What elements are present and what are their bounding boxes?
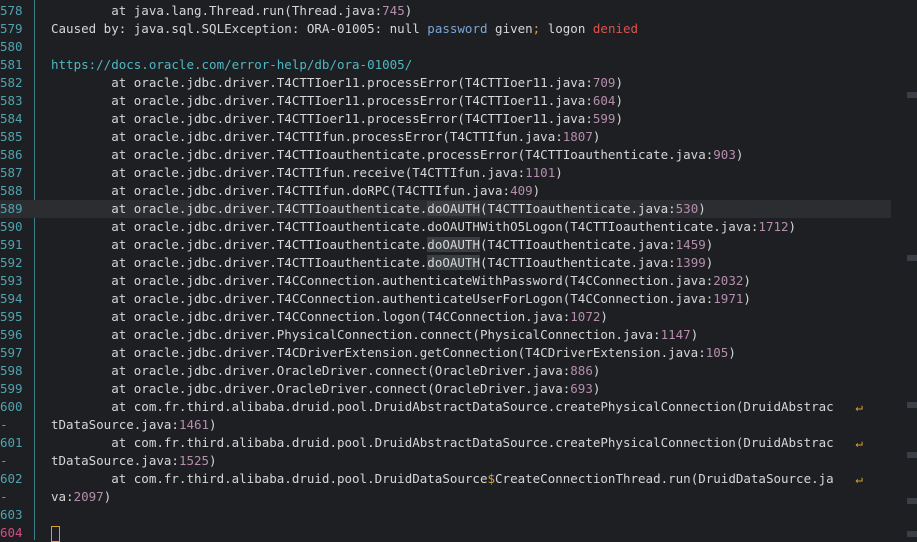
- scrollbar-marker[interactable]: [907, 531, 917, 537]
- line-number: 600: [0, 399, 23, 414]
- line-text: at oracle.jdbc.driver.T4CConnection.logo…: [51, 309, 608, 324]
- line-text: https://docs.oracle.com/error-help/db/or…: [51, 57, 413, 72]
- scrollbar-marker[interactable]: [907, 402, 917, 408]
- line-text: at com.fr.third.alibaba.druid.pool.Druid…: [51, 399, 834, 414]
- code-line[interactable]: 593 at oracle.jdbc.driver.T4CConnection.…: [0, 272, 891, 290]
- line-number: 598: [0, 363, 23, 378]
- line-text: at oracle.jdbc.driver.T4CTTIoauthenticat…: [51, 147, 744, 162]
- line-number: 581: [0, 57, 23, 72]
- code-line[interactable]: 600 at com.fr.third.alibaba.druid.pool.D…: [0, 398, 891, 416]
- wrap-indicator-icon: ↵: [855, 435, 863, 450]
- line-text: at oracle.jdbc.driver.OracleDriver.conne…: [51, 363, 601, 378]
- line-text: at oracle.jdbc.driver.T4CTTIfun.receive(…: [51, 165, 563, 180]
- code-line[interactable]: 598 at oracle.jdbc.driver.OracleDriver.c…: [0, 362, 891, 380]
- code-line[interactable]: 588 at oracle.jdbc.driver.T4CTTIfun.doRP…: [0, 182, 891, 200]
- scrollbar-marker[interactable]: [907, 498, 917, 504]
- line-number: 578: [0, 3, 23, 18]
- line-number: 591: [0, 237, 23, 252]
- code-line[interactable]: 589 at oracle.jdbc.driver.T4CTTIoauthent…: [0, 200, 891, 218]
- code-line[interactable]: - tDataSource.java:1525): [0, 452, 891, 470]
- code-line[interactable]: 580: [0, 38, 891, 56]
- line-text: at oracle.jdbc.driver.T4CConnection.auth…: [51, 291, 751, 306]
- code-line[interactable]: 604: [0, 524, 891, 542]
- code-line[interactable]: 584 at oracle.jdbc.driver.T4CTTIoer11.pr…: [0, 110, 891, 128]
- line-text: at oracle.jdbc.driver.T4CTTIoer11.proces…: [51, 75, 623, 90]
- line-number: 582: [0, 75, 23, 90]
- line-number: 595: [0, 309, 23, 324]
- code-line[interactable]: 596 at oracle.jdbc.driver.PhysicalConnec…: [0, 326, 891, 344]
- line-number: 604: [0, 525, 23, 540]
- line-number: 592: [0, 255, 23, 270]
- code-line[interactable]: 602 at com.fr.third.alibaba.druid.pool.D…: [0, 470, 891, 488]
- scrollbar-marker[interactable]: [907, 92, 917, 98]
- code-line[interactable]: 583 at oracle.jdbc.driver.T4CTTIoer11.pr…: [0, 92, 891, 110]
- line-number: 586: [0, 147, 23, 162]
- wrap-indicator-icon: ↵: [855, 399, 863, 414]
- line-text: at oracle.jdbc.driver.T4CTTIoauthenticat…: [51, 255, 714, 270]
- line-text: at oracle.jdbc.driver.T4CTTIoauthenticat…: [51, 219, 797, 234]
- line-number: 594: [0, 291, 23, 306]
- line-number: 601: [0, 435, 23, 450]
- code-line[interactable]: 599 at oracle.jdbc.driver.OracleDriver.c…: [0, 380, 891, 398]
- line-number: 583: [0, 93, 23, 108]
- line-number: 590: [0, 219, 23, 234]
- line-number: 603: [0, 507, 23, 522]
- line-number: -: [0, 489, 8, 504]
- line-text: at oracle.jdbc.driver.T4CTTIoauthenticat…: [51, 237, 714, 252]
- line-text: at oracle.jdbc.driver.T4CConnection.auth…: [51, 273, 751, 288]
- code-line[interactable]: 594 at oracle.jdbc.driver.T4CConnection.…: [0, 290, 891, 308]
- code-line[interactable]: 579 Caused by: java.sql.SQLException: ORA…: [0, 20, 891, 38]
- line-text: at oracle.jdbc.driver.OracleDriver.conne…: [51, 381, 601, 396]
- line-number: 584: [0, 111, 23, 126]
- line-number: 587: [0, 165, 23, 180]
- line-number: 596: [0, 327, 23, 342]
- code-line[interactable]: 581 https://docs.oracle.com/error-help/db…: [0, 56, 891, 74]
- line-text: at oracle.jdbc.driver.T4CTTIfun.doRPC(T4…: [51, 183, 541, 198]
- line-text: at com.fr.third.alibaba.druid.pool.Druid…: [51, 435, 834, 450]
- code-line[interactable]: 590 at oracle.jdbc.driver.T4CTTIoauthent…: [0, 218, 891, 236]
- line-number: -: [0, 453, 8, 468]
- line-number: 597: [0, 345, 23, 360]
- scrollbar-marker[interactable]: [907, 452, 917, 458]
- code-line[interactable]: 601 at com.fr.third.alibaba.druid.pool.D…: [0, 434, 891, 452]
- line-number: 588: [0, 183, 23, 198]
- line-text: at oracle.jdbc.driver.T4CTTIfun.processE…: [51, 129, 601, 144]
- wrap-indicator-icon: ↵: [855, 471, 863, 486]
- code-line[interactable]: 592 at oracle.jdbc.driver.T4CTTIoauthent…: [0, 254, 891, 272]
- line-number: 585: [0, 129, 23, 144]
- code-line[interactable]: - va:2097): [0, 488, 891, 506]
- line-text: tDataSource.java:1525): [51, 453, 217, 468]
- line-text: at oracle.jdbc.driver.T4CTTIoer11.proces…: [51, 111, 623, 126]
- line-number: 580: [0, 39, 23, 54]
- line-text: at java.lang.Thread.run(Thread.java:745): [51, 3, 413, 18]
- line-number: -: [0, 417, 8, 432]
- code-line[interactable]: 586 at oracle.jdbc.driver.T4CTTIoauthent…: [0, 146, 891, 164]
- line-number: 589: [0, 201, 23, 216]
- code-line[interactable]: 587 at oracle.jdbc.driver.T4CTTIfun.rece…: [0, 164, 891, 182]
- line-number: 579: [0, 21, 23, 36]
- line-text: Caused by: java.sql.SQLException: ORA-01…: [51, 21, 639, 36]
- line-number: 602: [0, 471, 23, 486]
- scrollbar-marker[interactable]: [907, 255, 917, 261]
- line-number: 593: [0, 273, 23, 288]
- line-text: at com.fr.third.alibaba.druid.pool.Druid…: [51, 471, 834, 486]
- line-text: tDataSource.java:1461): [51, 417, 217, 432]
- editor[interactable]: 578 at java.lang.Thread.run(Thread.java:…: [0, 0, 917, 542]
- code-line[interactable]: 591 at oracle.jdbc.driver.T4CTTIoauthent…: [0, 236, 891, 254]
- line-text: at oracle.jdbc.driver.T4CDriverExtension…: [51, 345, 736, 360]
- line-text: at oracle.jdbc.driver.T4CTTIoauthenticat…: [51, 201, 706, 216]
- code-line[interactable]: 578 at java.lang.Thread.run(Thread.java:…: [0, 2, 891, 20]
- code-line[interactable]: 597 at oracle.jdbc.driver.T4CDriverExten…: [0, 344, 891, 362]
- line-text: va:2097): [51, 489, 112, 504]
- code-line[interactable]: 603: [0, 506, 891, 524]
- code-line[interactable]: 595 at oracle.jdbc.driver.T4CConnection.…: [0, 308, 891, 326]
- line-text: at oracle.jdbc.driver.PhysicalConnection…: [51, 327, 699, 342]
- code-line[interactable]: 582 at oracle.jdbc.driver.T4CTTIoer11.pr…: [0, 74, 891, 92]
- line-number: 599: [0, 381, 23, 396]
- line-text: at oracle.jdbc.driver.T4CTTIoer11.proces…: [51, 93, 623, 108]
- code-line[interactable]: - tDataSource.java:1461): [0, 416, 891, 434]
- code-line[interactable]: 585 at oracle.jdbc.driver.T4CTTIfun.proc…: [0, 128, 891, 146]
